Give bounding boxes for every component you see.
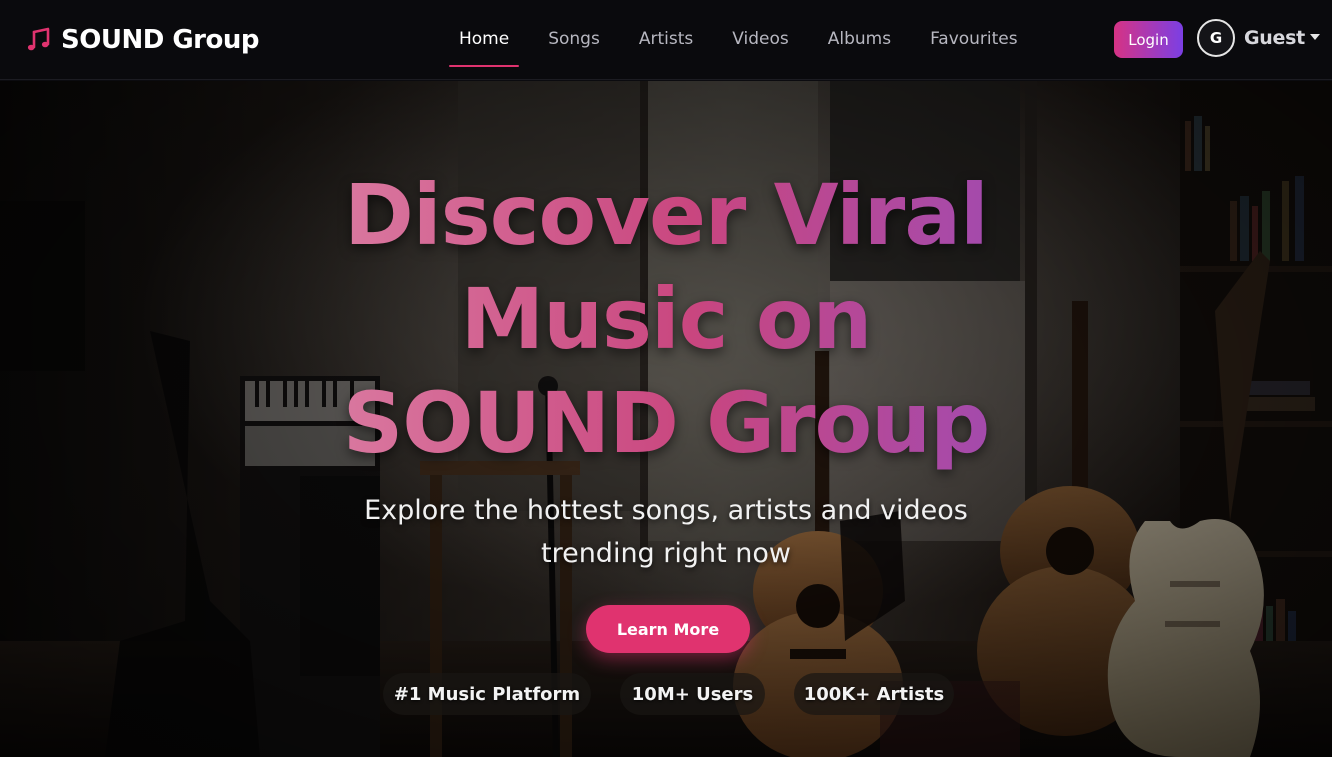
main-nav: Home Songs Artists Videos Albums Favouri…	[449, 0, 1047, 80]
nav-link-albums[interactable]: Albums	[818, 0, 901, 80]
nav-link-videos[interactable]: Videos	[722, 0, 799, 80]
login-button[interactable]: Login	[1114, 21, 1183, 58]
brand-logo[interactable]: SOUND Group	[26, 22, 259, 58]
nav-link-songs[interactable]: Songs	[538, 0, 610, 80]
brand-name: SOUND Group	[61, 25, 259, 55]
user-menu-dropdown[interactable]: G Guest	[1197, 19, 1320, 57]
user-name: Guest	[1244, 27, 1305, 49]
stats-row: #1 Music Platform 10M+ Users 100K+ Artis…	[0, 673, 1332, 717]
caret-down-icon	[1309, 34, 1320, 40]
nav-link-home[interactable]: Home	[449, 0, 520, 80]
hero-title-line-1: Discover Viral	[0, 163, 1332, 267]
hero-title-line-3: SOUND Group	[0, 371, 1332, 475]
nav-link-artists[interactable]: Artists	[629, 0, 703, 80]
nav-link-favourites[interactable]: Favourites	[920, 0, 1028, 80]
hero-section: Discover Viral Music on SOUND Group Expl…	[0, 81, 1332, 757]
top-navbar: SOUND Group Home Songs Artists Videos Al…	[0, 0, 1332, 80]
hero-subtitle-line-1: Explore the hottest songs, artists and v…	[364, 495, 968, 526]
hero-title-line-2: Music on	[0, 267, 1332, 371]
hero-title: Discover Viral Music on SOUND Group	[0, 163, 1332, 475]
stat-badge-users: 10M+ Users	[620, 673, 765, 715]
hero-subtitle-line-2: trending right now	[540, 538, 792, 569]
music-note-icon	[27, 27, 50, 51]
learn-more-button[interactable]: Learn More	[586, 605, 750, 653]
stat-badge-platform: #1 Music Platform	[383, 673, 591, 715]
hero-content: Discover Viral Music on SOUND Group Expl…	[0, 81, 1332, 757]
avatar: G	[1197, 19, 1235, 57]
hero-subtitle: Explore the hottest songs, artists and v…	[0, 489, 1332, 575]
stat-badge-artists: 100K+ Artists	[794, 673, 954, 715]
